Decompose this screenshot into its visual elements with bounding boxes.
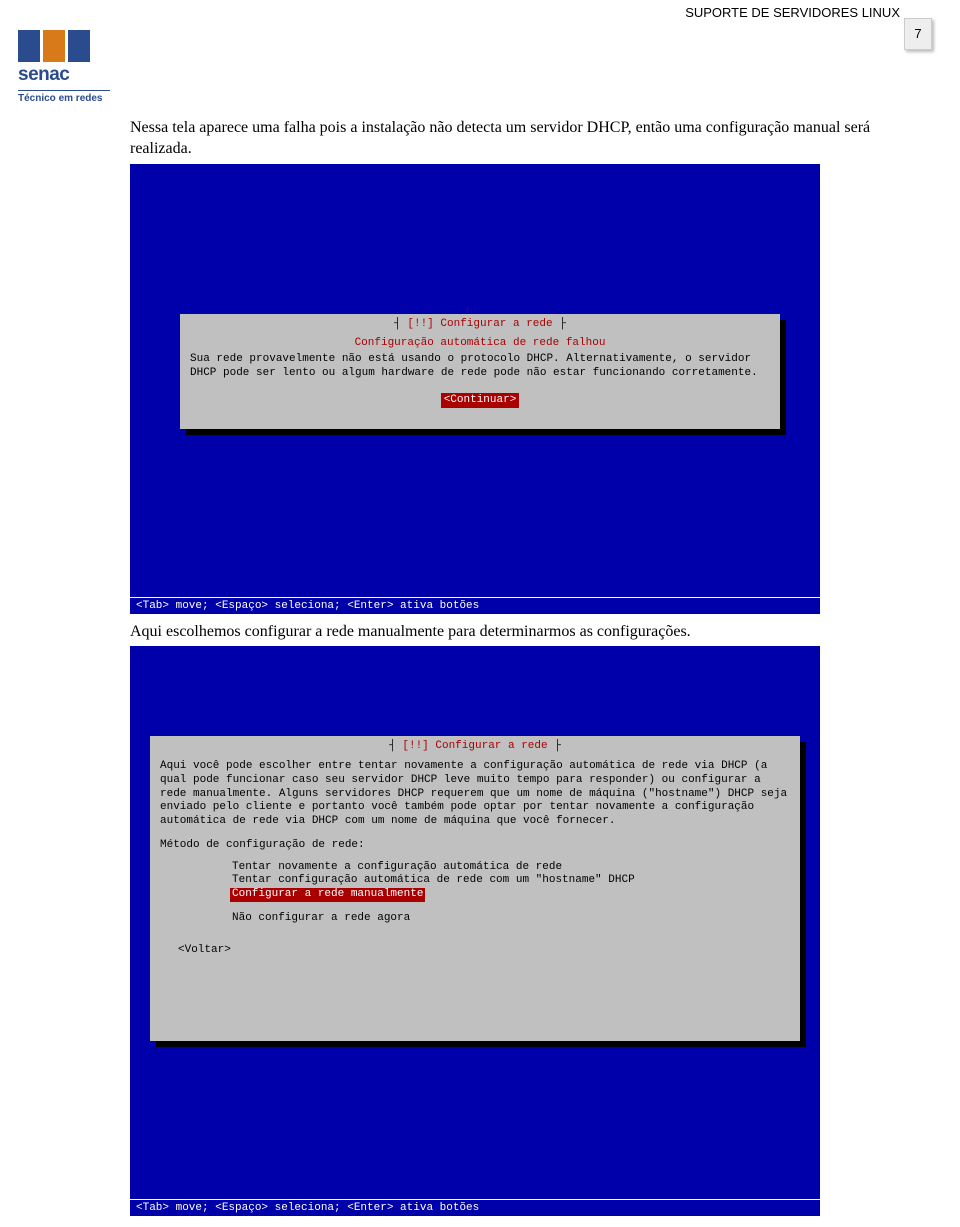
paragraph-1: Nessa tela aparece uma falha pois a inst…: [130, 118, 920, 160]
installer-screenshot-2: ┤ [!!] Configurar a rede ├ Aqui você pod…: [130, 646, 820, 1216]
dialog-subtitle: Configuração automática de rede falhou: [190, 337, 770, 351]
menu-option-no-config[interactable]: Não configurar a rede agora: [230, 912, 790, 926]
logo-divider: [18, 90, 110, 91]
menu-option-manual-selected[interactable]: Configurar a rede manualmente: [230, 888, 425, 902]
page-number: 7: [904, 18, 932, 50]
installer-screenshot-1: ┤ [!!] Configurar a rede ├ Configuração …: [130, 164, 820, 614]
page-header: SUPORTE DE SERVIDORES LINUX 7 senac Técn…: [0, 0, 960, 110]
dialog-network-method: ┤ [!!] Configurar a rede ├ Aqui você pod…: [150, 736, 800, 1041]
status-bar: <Tab> move; <Espaço> seleciona; <Enter> …: [130, 1199, 820, 1216]
dialog-body: Sua rede provavelmente não está usando o…: [190, 353, 770, 381]
doc-title: SUPORTE DE SERVIDORES LINUX: [685, 5, 900, 20]
dialog-prompt: Método de configuração de rede:: [160, 839, 790, 853]
dialog-title: [!!] Configurar a rede: [402, 740, 547, 752]
senac-logo: senac Técnico em redes: [18, 30, 108, 104]
paragraph-2: Aqui escolhemos configurar a rede manual…: [130, 622, 920, 643]
brand-subtitle: Técnico em redes: [18, 93, 108, 104]
menu-list: Tentar novamente a configuração automáti…: [230, 861, 790, 926]
dialog-network-failed: ┤ [!!] Configurar a rede ├ Configuração …: [180, 314, 780, 429]
menu-option-retry-auto[interactable]: Tentar novamente a configuração automáti…: [230, 861, 790, 875]
back-button[interactable]: <Voltar>: [178, 944, 790, 958]
dialog-title: [!!] Configurar a rede: [407, 318, 552, 330]
brand-name: senac: [18, 64, 108, 86]
continue-button[interactable]: <Continuar>: [441, 393, 520, 409]
status-bar: <Tab> move; <Espaço> seleciona; <Enter> …: [130, 597, 820, 614]
logo-bars-icon: [18, 30, 108, 62]
menu-option-retry-hostname[interactable]: Tentar configuração automática de rede c…: [230, 874, 790, 888]
dialog-body: Aqui você pode escolher entre tentar nov…: [160, 760, 790, 829]
